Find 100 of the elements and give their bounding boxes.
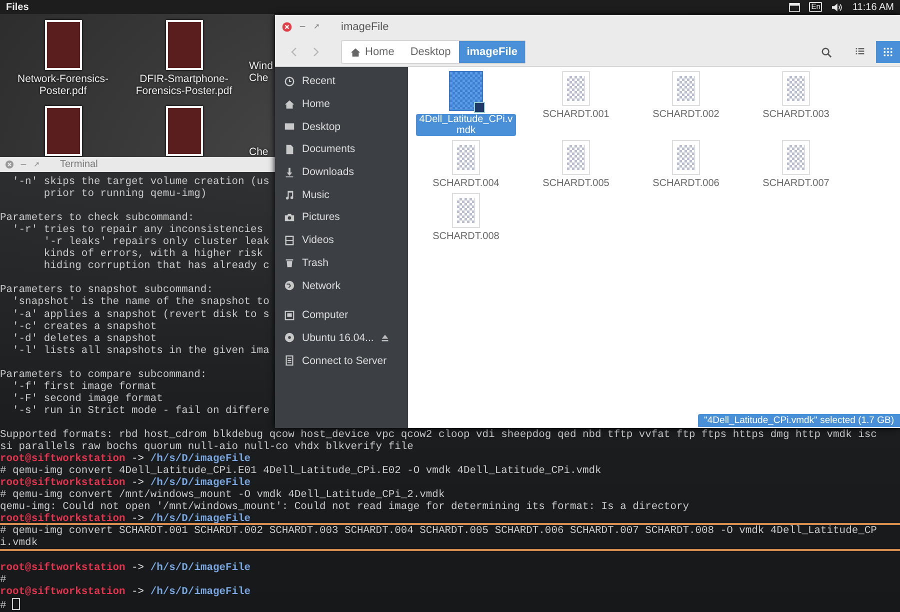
sidebar-item[interactable]: Home <box>275 92 408 116</box>
sidebar-item[interactable]: Ubuntu 16.04... <box>275 326 408 350</box>
sidebar-item[interactable]: Recent <box>275 70 408 93</box>
clock-icon <box>284 76 295 87</box>
window-title: imageFile <box>341 20 389 32</box>
file-item[interactable]: SCHARDT.002 <box>631 71 741 136</box>
sidebar-item[interactable]: Pictures <box>275 206 408 229</box>
terminal-line: Parameters to compare subcommand: <box>0 368 207 381</box>
sidebar-item[interactable]: Videos <box>275 228 408 252</box>
prompt-arrow: -> <box>132 513 144 526</box>
desktop-file-label[interactable]: Wind Che <box>249 60 275 84</box>
poster-thumbnail[interactable] <box>44 106 82 156</box>
selected-file-icon <box>449 71 483 111</box>
terminal-line: '-f' first image format <box>12 380 157 393</box>
close-icon <box>282 22 292 32</box>
text-cursor <box>12 598 20 610</box>
breadcrumb-button[interactable]: Desktop <box>402 41 459 63</box>
close-icon <box>5 160 14 169</box>
file-icon <box>672 71 700 106</box>
terminal-line: '-d' deletes a snapshot <box>12 332 157 345</box>
monitor-icon <box>284 121 295 132</box>
prompt-path: /h/s/D/imageFile <box>150 513 251 526</box>
window-title: Terminal <box>60 159 98 170</box>
desktop-file-label[interactable]: DFIR-Smartphone-Forensics-Poster.pdf <box>132 73 236 97</box>
prompt-user: root@siftworkstation <box>0 453 126 466</box>
terminal-line: '-l' lists all snapshots in the given ima <box>12 344 270 357</box>
sidebar-item[interactable]: Music <box>275 183 408 206</box>
sidebar-item[interactable]: Network <box>275 274 408 297</box>
file-icon <box>562 140 590 175</box>
terminal-line: '-a' applies a snapshot (revert disk to s <box>12 308 270 321</box>
disc-icon <box>284 332 295 344</box>
prompt-path: /h/s/D/imageFile <box>150 586 251 598</box>
grid-icon <box>883 47 893 57</box>
terminal-line: '-F' second image format <box>12 392 163 405</box>
prompt-user: root@siftworkstation <box>0 477 126 490</box>
download-icon <box>284 166 295 178</box>
sidebar-item[interactable]: Computer <box>275 304 408 327</box>
file-item[interactable]: SCHARDT.006 <box>631 140 741 189</box>
sidebar-item[interactable]: Downloads <box>275 160 408 184</box>
terminal-line: '-s' run in Strict mode - fail on differe <box>12 404 270 417</box>
terminal-line: Supported formats: rbd host_cdrom blkdebug qcow host_device vpc qcow2 cloop vdi sheepdog qed nbd tftp vvfat ftp ftps https dmg http vmdk isc <box>0 428 877 441</box>
prompt-path: /h/s/D/imageFile <box>150 453 251 466</box>
poster-thumbnail[interactable] <box>44 20 82 70</box>
terminal-line: i.vmdk <box>0 537 39 550</box>
terminal-line: 'snapshot' is the name of the snapshot to <box>12 296 270 309</box>
file-icon <box>452 140 480 175</box>
sidebar-item[interactable]: Connect to Server <box>275 349 408 372</box>
camera-icon <box>284 212 295 223</box>
terminal-line: '-r' tries to repair any inconsistencies <box>12 224 264 236</box>
document-icon <box>284 144 295 155</box>
prompt-user: root@siftworkstation <box>0 513 126 526</box>
terminal-line: # qemu-img convert 4Dell_Latitude_CPi.E01 4Dell_Latitude_CPi.E02 -O vmdk 4Dell_Latitude_CPi.vmdk <box>0 465 602 478</box>
terminal-line: '-n' skips the target volume creation (us <box>12 176 270 188</box>
prompt-arrow: -> <box>132 586 144 598</box>
app-name: Files <box>6 2 30 12</box>
trash-icon <box>284 257 295 268</box>
terminal-line: Parameters to check subcommand: <box>0 212 194 224</box>
terminal-line: qemu-img: Could not open '/mnt/windows_mount': Could not read image for determining its format: Is a directory <box>0 501 689 514</box>
desktop-file-label[interactable]: Network-Forensics-Poster.pdf <box>11 73 115 97</box>
list-icon <box>855 47 865 57</box>
poster-thumbnail[interactable] <box>166 20 202 70</box>
grid-view-button[interactable] <box>876 41 900 63</box>
film-icon <box>284 234 295 246</box>
terminal-line: prior to running qemu-img) <box>42 188 207 200</box>
terminal-line: # <box>0 600 6 612</box>
minimize-icon <box>20 161 27 168</box>
breadcrumb-button[interactable]: Home <box>342 41 402 63</box>
file-item[interactable]: SCHARDT.003 <box>741 71 851 136</box>
home-icon <box>284 98 295 110</box>
minimize-icon <box>299 23 306 30</box>
file-icon <box>782 71 810 106</box>
poster-thumbnail[interactable] <box>166 106 202 156</box>
terminal-line: si parallels raw bochs quorum null-aio null-co vhdx blkverify file <box>0 441 414 454</box>
sidebar-item[interactable]: Desktop <box>275 115 408 138</box>
prompt-path: /h/s/D/imageFile <box>150 477 251 490</box>
desktop-file-label[interactable]: Che <box>249 146 275 158</box>
terminal-line: # <box>0 574 6 586</box>
terminal-line: hiding corruption that has already c <box>42 260 270 272</box>
file-item[interactable]: SCHARDT.001 <box>521 71 631 136</box>
file-item[interactable]: SCHARDT.004 <box>411 140 521 189</box>
terminal-line: '-c' creates a snapshot <box>12 320 157 333</box>
prompt-path: /h/s/D/imageFile <box>150 562 251 574</box>
file-item[interactable]: SCHARDT.007 <box>741 140 851 189</box>
sidebar-item[interactable]: Documents <box>275 138 408 161</box>
sidebar-item[interactable]: Trash <box>275 252 408 274</box>
volume-icon <box>831 2 842 12</box>
music-note-icon <box>284 189 295 200</box>
terminal-line: # qemu-img convert /mnt/windows_mount -O vmdk 4Dell_Latitude_CPi_2.vmdk <box>0 489 445 502</box>
file-icon <box>452 193 480 228</box>
file-item[interactable]: SCHARDT.008 <box>411 193 521 242</box>
clock[interactable]: 11:16 AM <box>852 2 894 12</box>
prompt-arrow: -> <box>132 562 144 574</box>
file-item[interactable]: SCHARDT.005 <box>521 140 631 189</box>
terminal-line: # qemu-img convert SCHARDT.001 SCHARDT.002 SCHARDT.003 SCHARDT.004 SCHARDT.005 SCHARDT.006 SCHARDT.007 SCHARDT.008 -O vmdk 4Dell_Latitude_CP <box>0 525 878 538</box>
terminal-line: kinds of errors, with a higher risk <box>42 248 264 260</box>
prompt-arrow: -> <box>132 453 144 466</box>
prompt-user: root@siftworkstation <box>0 562 126 574</box>
selection-status: "4Dell_Latitude_CPi.vmdk" selected (1.7 GB) <box>698 414 900 427</box>
server-icon <box>284 355 295 366</box>
terminal-line: '-r leaks' repairs only cluster leak <box>42 236 270 248</box>
